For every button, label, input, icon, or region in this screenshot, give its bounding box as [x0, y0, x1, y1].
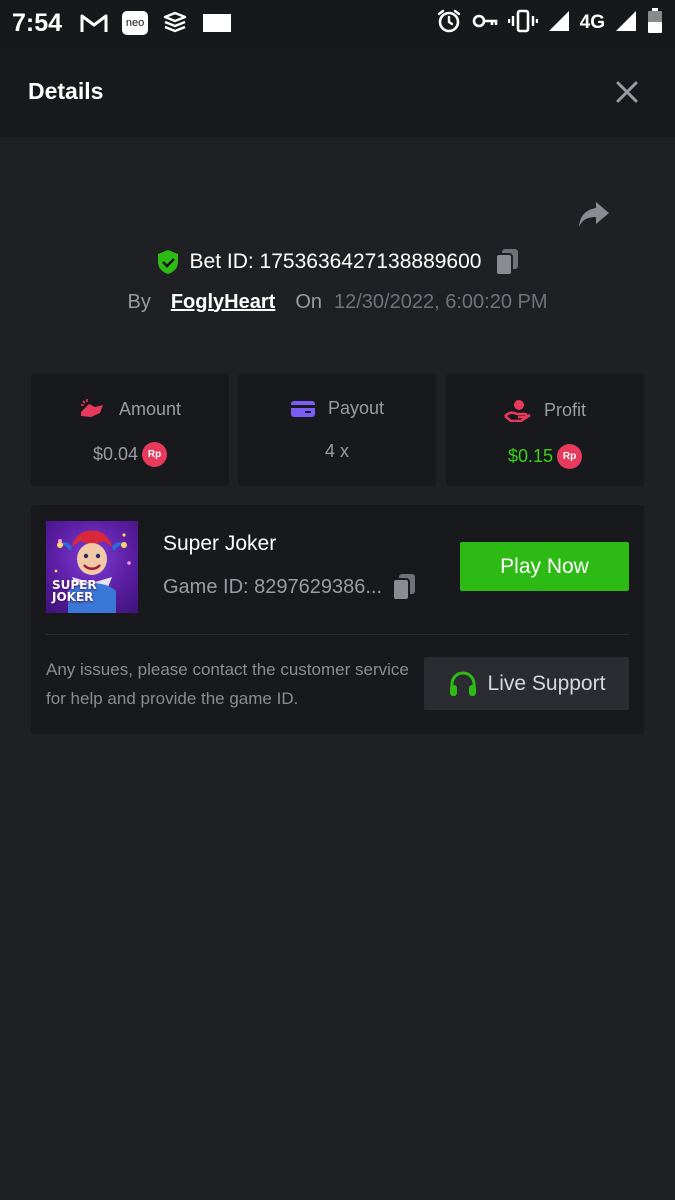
status-time: 7:54: [12, 8, 63, 37]
gmail-icon: [80, 12, 108, 34]
alarm-icon: [436, 8, 462, 39]
payout-card: Payout 4 x: [238, 374, 436, 486]
currency-badge: Rp: [557, 444, 583, 469]
on-label: On: [295, 290, 322, 313]
help-text: Any issues, please contact the customer …: [46, 660, 409, 708]
share-icon: [579, 202, 609, 227]
hand-money-icon: [80, 399, 103, 417]
username-link[interactable]: FoglyHeart: [171, 291, 275, 314]
network-label: 4G: [579, 12, 605, 33]
live-support-button[interactable]: Live Support: [424, 657, 629, 710]
amount-value: $0.04: [92, 444, 139, 464]
battery-icon: [647, 7, 663, 39]
bet-date: 12/30/2022, 6:00:20 PM: [334, 290, 548, 313]
bet-meta-row: By FoglyHeart On 12/30/2022, 6:00:20 PM: [0, 284, 675, 320]
game-title: Super Joker: [163, 532, 277, 555]
payout-value: 4 x: [324, 441, 349, 461]
app-icon: [162, 11, 188, 35]
amount-label: Amount: [118, 398, 182, 419]
profit-card: Profit $0.15 Rp: [446, 374, 644, 486]
live-support-label: Live Support: [487, 671, 606, 695]
profit-hand-icon: [504, 400, 531, 422]
page-title: Details: [28, 78, 104, 104]
game-id: Game ID: 8297629386...: [163, 575, 383, 598]
game-thumb-logo: SUPER JOKER: [52, 579, 97, 603]
game-card: SUPER JOKER Super Joker Game ID: 8297629…: [31, 505, 644, 734]
neo-icon: neo: [122, 11, 149, 35]
game-id-row: Game ID: 8297629386...: [163, 573, 416, 601]
bet-id: Bet ID: 1753636427138889600: [189, 250, 482, 273]
close-icon: [616, 81, 638, 102]
copy-game-id-button[interactable]: [392, 573, 416, 601]
divider: [46, 634, 629, 635]
payout-label: Payout: [327, 398, 385, 418]
status-icons: 4G: [436, 7, 663, 39]
square-icon: [202, 12, 232, 34]
key-icon: [472, 11, 498, 36]
card-icon: [290, 400, 315, 417]
profit-label: Profit: [543, 399, 586, 420]
copy-icon: [495, 249, 519, 276]
neo-label: neo: [122, 11, 149, 35]
copy-bet-id-button[interactable]: [495, 248, 519, 276]
game-thumbnail[interactable]: SUPER JOKER: [46, 521, 138, 613]
signal-icon: [615, 10, 637, 37]
bet-id-row: Bet ID: 1753636427138889600: [0, 244, 675, 280]
amount-card: Amount $0.04 Rp: [31, 374, 229, 486]
close-button[interactable]: [607, 72, 647, 112]
profit-value: $0.15: [507, 446, 554, 466]
details-header: Details: [0, 46, 675, 137]
shield-check-icon: [157, 250, 178, 274]
signal-icon: [548, 10, 570, 37]
status-bar: 7:54 neo 4G: [0, 0, 675, 46]
headset-icon: [449, 671, 476, 696]
by-label: By: [127, 290, 151, 313]
thumb-logo-line-2: JOKER: [52, 590, 94, 604]
vibrate-icon: [507, 8, 538, 39]
copy-icon: [392, 574, 416, 601]
share-button[interactable]: [576, 198, 616, 234]
currency-badge: Rp: [142, 442, 168, 467]
play-now-button[interactable]: Play Now: [460, 542, 629, 591]
